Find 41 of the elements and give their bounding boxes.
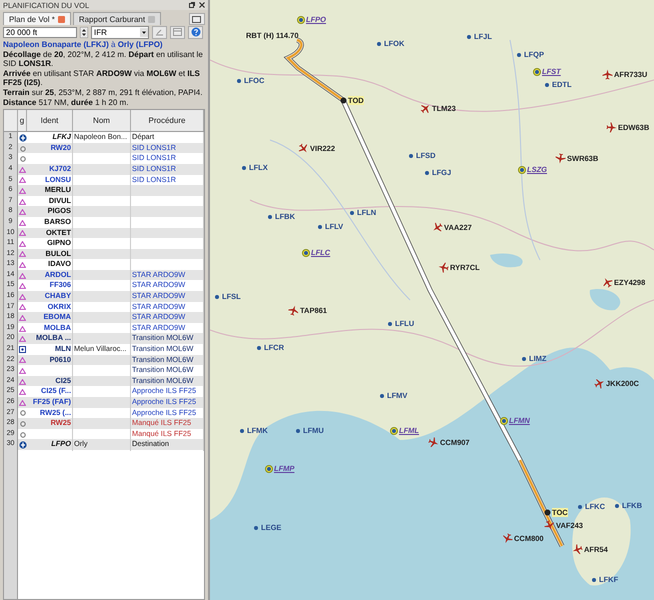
tab[interactable]: Plan de Vol * xyxy=(3,12,71,25)
vor-icon xyxy=(19,346,26,354)
circle-icon xyxy=(20,146,26,152)
circle-icon xyxy=(20,420,26,427)
close-icon[interactable] xyxy=(199,2,205,8)
menu-button[interactable] xyxy=(189,13,205,25)
flight-summary-line: Arrivée en utilisant STAR ARDO9W via MOL6W et ILS FF25 (I25). xyxy=(3,68,201,88)
flight-summary-line: Distance 517 NM, durée 1 h 20 m. xyxy=(3,98,130,108)
help-button[interactable] xyxy=(188,26,203,38)
airport-icon xyxy=(18,441,26,450)
flight-summary-line: Décollage de 20, 202°M, 2 412 m. Départ en utilisant le SID LONS1R. xyxy=(3,50,204,69)
airplane-icon xyxy=(570,542,584,556)
column-header[interactable]: Ident xyxy=(27,110,73,132)
circle-icon xyxy=(20,156,26,162)
column-header[interactable]: Procédure xyxy=(131,110,204,132)
circle-icon xyxy=(544,509,551,516)
flight-summary-line: Terrain sur 25, 253°M, 2 887 m, 291 ft élévation, PAPI4. xyxy=(3,88,204,98)
pencil-icon xyxy=(155,28,164,36)
airplane-icon xyxy=(602,69,613,80)
airport-icon xyxy=(18,134,26,142)
altitude-field[interactable]: 20 000 ft xyxy=(3,26,77,38)
restore-icon[interactable] xyxy=(189,2,195,8)
route-title: Napoleon Bonaparte (LFKJ) à Orly (LFPO) xyxy=(3,40,164,50)
airplane-icon xyxy=(542,518,557,533)
caret-icon xyxy=(140,28,148,36)
airplane-icon xyxy=(436,260,450,274)
column-header[interactable]: Nom xyxy=(73,110,131,132)
table-icon xyxy=(173,28,182,36)
circle-icon xyxy=(20,410,26,416)
tab[interactable]: Rapport Carburant xyxy=(72,12,162,25)
airplane-icon xyxy=(554,152,567,165)
flight-rules-select[interactable]: IFR xyxy=(91,26,149,38)
circle-icon xyxy=(20,432,26,438)
circle-icon xyxy=(340,97,347,104)
help-icon xyxy=(190,27,200,37)
airplane-icon xyxy=(606,122,618,134)
spinner-icon[interactable] xyxy=(80,26,88,38)
column-header[interactable]: g xyxy=(18,110,27,132)
table-button[interactable] xyxy=(170,26,185,38)
edit-button[interactable] xyxy=(152,26,167,38)
airplane-icon xyxy=(286,304,300,318)
